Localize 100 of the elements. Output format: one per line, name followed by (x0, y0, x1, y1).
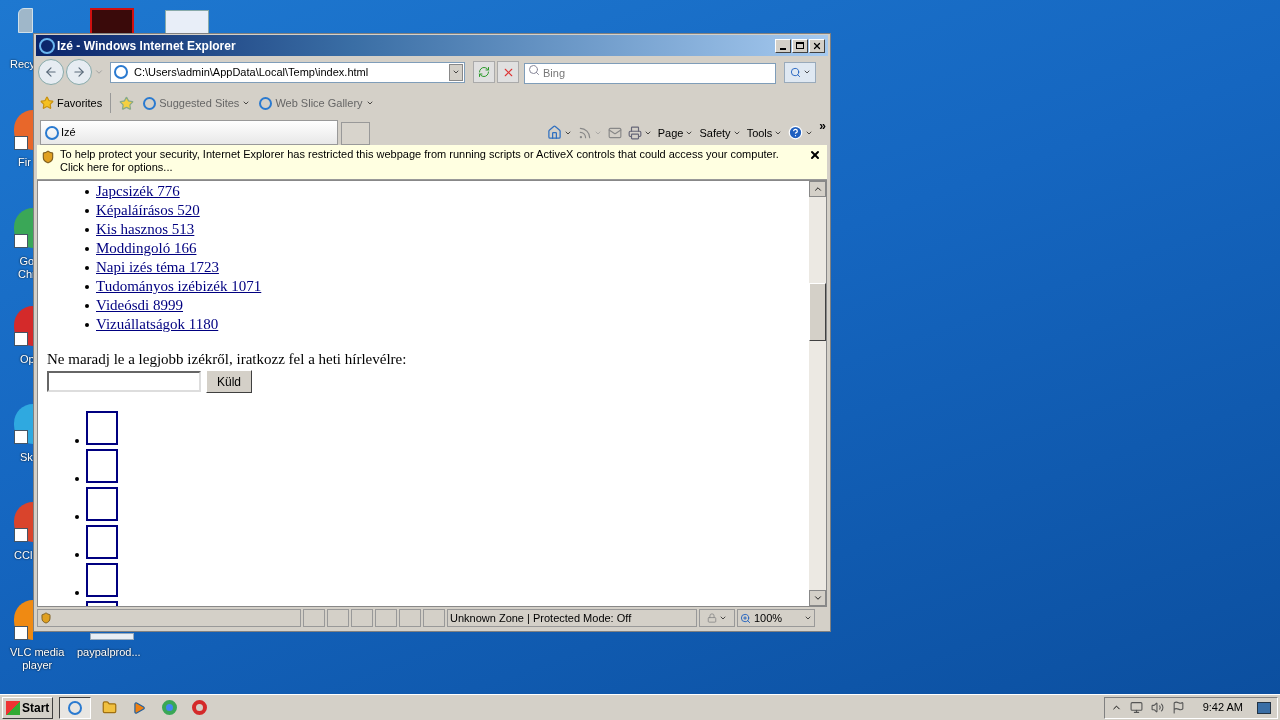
image-link[interactable] (86, 411, 118, 445)
information-bar-text: To help protect your security, Internet Explorer has restricted this webpage from running scripts or ActiveX controls that could access your computer. Click here for options... (60, 148, 780, 174)
new-tab-button[interactable] (341, 122, 370, 145)
caret-icon (802, 68, 811, 76)
print-button[interactable] (627, 125, 652, 140)
command-menu[interactable]: Tools (746, 124, 783, 141)
zoom-icon (740, 612, 751, 624)
bullet-icon (85, 189, 89, 194)
clock[interactable]: 9:42 AM (1202, 699, 1243, 716)
favorites-button[interactable]: Favorites (40, 94, 103, 112)
image-link[interactable] (86, 487, 118, 521)
information-bar[interactable]: To help protect your security, Internet Explorer has restricted this webpage from running scripts or ActiveX controls that could access your computer. Click here for options... (37, 145, 827, 180)
mail-icon (607, 125, 622, 140)
image-link[interactable] (86, 563, 118, 597)
ie-icon (68, 700, 83, 715)
scroll-thumb[interactable] (809, 283, 826, 341)
back-button[interactable] (38, 59, 64, 85)
bullet-icon (75, 439, 79, 443)
browser-tab[interactable]: Izé (40, 120, 338, 145)
bullet-icon (85, 303, 89, 308)
app-shortcut-icon[interactable] (14, 404, 33, 444)
desktop-icon-label[interactable]: Sk (20, 451, 33, 464)
bullet-icon (85, 284, 89, 289)
app-shortcut-icon[interactable] (14, 306, 33, 346)
help-button[interactable] (788, 125, 814, 141)
refresh-button[interactable] (473, 61, 495, 83)
favorites-bar-link[interactable]: Web Slice Gallery (259, 94, 374, 112)
word-document-icon[interactable] (165, 10, 209, 33)
desktop-icon-label[interactable]: Op (20, 353, 35, 366)
caret-icon (719, 614, 727, 622)
home-icon (546, 125, 562, 141)
ie-icon (259, 96, 273, 110)
feeds-button[interactable] (577, 125, 602, 140)
ie-icon (45, 125, 59, 140)
desktop-icon-label[interactable]: Fir (18, 156, 31, 169)
bullet-icon (75, 553, 79, 557)
browser-taskbar-button[interactable] (59, 696, 92, 719)
address-field[interactable]: C:\Users\admin\AppData\Local\Temp\index.html (110, 61, 465, 83)
zoom-button[interactable]: 100% (737, 609, 815, 627)
status-panel (375, 609, 397, 627)
file-icon[interactable] (90, 633, 134, 640)
search-icon (528, 64, 540, 76)
command-menu[interactable]: Page (657, 124, 694, 141)
maximize-button[interactable] (792, 38, 808, 53)
status-panel (399, 609, 421, 627)
status-panel (423, 609, 445, 627)
forward-button[interactable] (66, 59, 92, 85)
favorites-bar-link[interactable]: Suggested Sites (143, 94, 251, 112)
app-shortcut-icon[interactable] (14, 600, 33, 640)
submit-button[interactable]: Küld (206, 370, 253, 393)
home-button[interactable] (546, 125, 572, 141)
toolbar-overflow[interactable]: » (819, 116, 826, 135)
bullet-icon (85, 246, 89, 251)
start-button[interactable]: Start (2, 696, 54, 719)
scroll-up-button[interactable] (809, 181, 826, 197)
folder-icon (101, 700, 117, 715)
status-panel (351, 609, 373, 627)
status-panel (327, 609, 349, 627)
desktop-icon-label[interactable]: VLC media player (10, 646, 65, 672)
app-shortcut-icon[interactable] (14, 208, 33, 248)
caret-icon (452, 68, 460, 76)
mail-button[interactable] (607, 125, 622, 140)
desktop-icon-label[interactable]: paypalprod... (77, 646, 141, 659)
show-desktop-button[interactable] (1257, 701, 1271, 714)
close-icon[interactable] (809, 149, 821, 161)
lock-icon (707, 613, 717, 623)
dropdown-button[interactable] (449, 63, 463, 81)
forward-arrow-icon (72, 65, 86, 79)
refresh-icon (478, 66, 490, 78)
windows-logo (6, 700, 20, 715)
caret-icon (242, 99, 251, 107)
star-icon (40, 96, 54, 110)
bullet-icon (85, 322, 89, 327)
volume-icon[interactable] (1150, 701, 1164, 714)
desktop-icon-label[interactable]: CCl (14, 549, 33, 562)
bullet-icon (75, 515, 79, 519)
app-shortcut-icon[interactable] (14, 110, 33, 150)
bullet-icon (85, 227, 89, 232)
play-icon (132, 700, 147, 715)
status-panel (303, 609, 325, 627)
bullet-icon (75, 477, 79, 481)
close-icon (812, 40, 822, 51)
window-title: Izé - Windows Internet Explorer (57, 37, 237, 55)
close-button[interactable] (809, 38, 825, 53)
image-link[interactable] (86, 525, 118, 559)
ie-icon (39, 37, 55, 54)
flag-icon[interactable] (1171, 701, 1185, 714)
stop-button[interactable] (497, 61, 519, 83)
image-link[interactable] (86, 449, 118, 483)
search-field[interactable]: Bing (524, 62, 776, 84)
pdf-file-icon[interactable] (90, 8, 134, 33)
app-shortcut-icon[interactable] (14, 502, 33, 542)
network-icon[interactable] (1129, 701, 1143, 714)
command-menu[interactable]: Safety (699, 124, 741, 141)
scrollbar[interactable] (809, 181, 826, 606)
scroll-down-button[interactable] (809, 590, 826, 606)
email-field[interactable] (47, 371, 201, 392)
bullet-icon (85, 208, 89, 213)
minimize-button[interactable] (775, 38, 791, 53)
search-button[interactable] (784, 61, 816, 83)
